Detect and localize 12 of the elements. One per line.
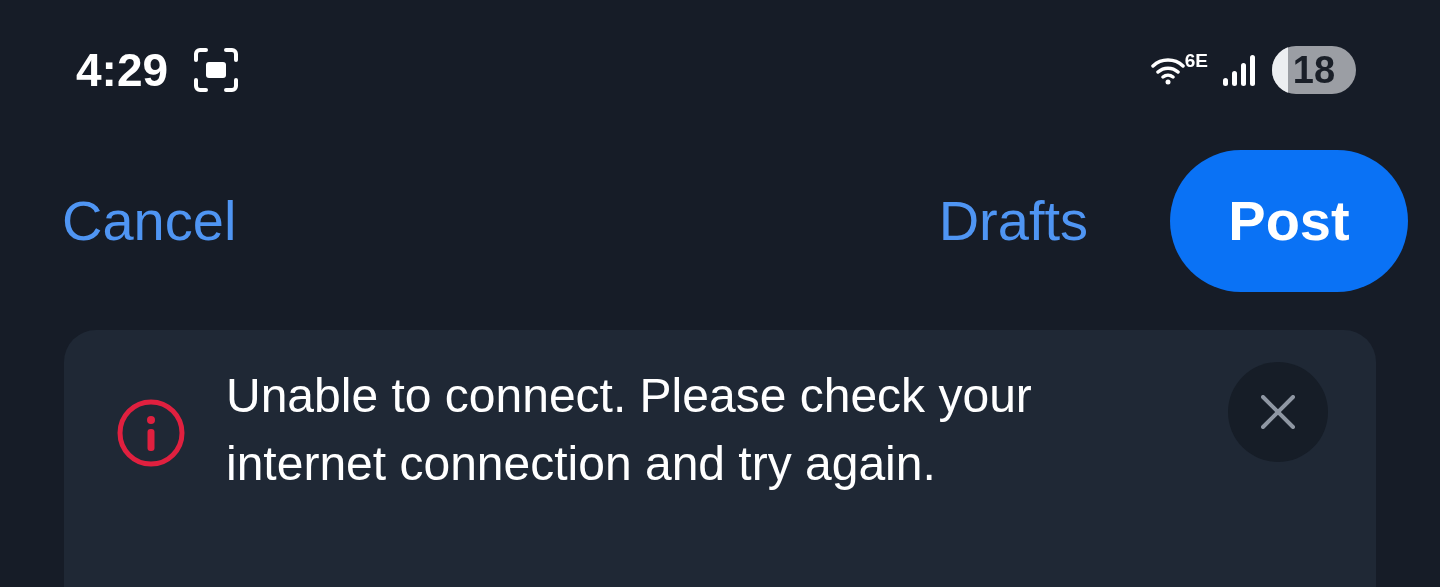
wifi-label: 6E: [1184, 51, 1208, 70]
screenshot-icon: [192, 46, 241, 94]
drafts-button[interactable]: Drafts: [938, 193, 1088, 249]
info-icon: [116, 398, 186, 468]
post-button[interactable]: Post: [1170, 150, 1408, 292]
wifi-icon: [1150, 55, 1185, 85]
signal-icon: [1222, 54, 1258, 86]
clock-time: 4:29: [76, 47, 169, 93]
close-icon: [1261, 395, 1295, 429]
battery-indicator: 18: [1272, 46, 1356, 94]
error-message: Unable to connect. Please check your internet connection and try again.: [226, 368, 1033, 492]
cancel-button[interactable]: Cancel: [62, 193, 237, 249]
